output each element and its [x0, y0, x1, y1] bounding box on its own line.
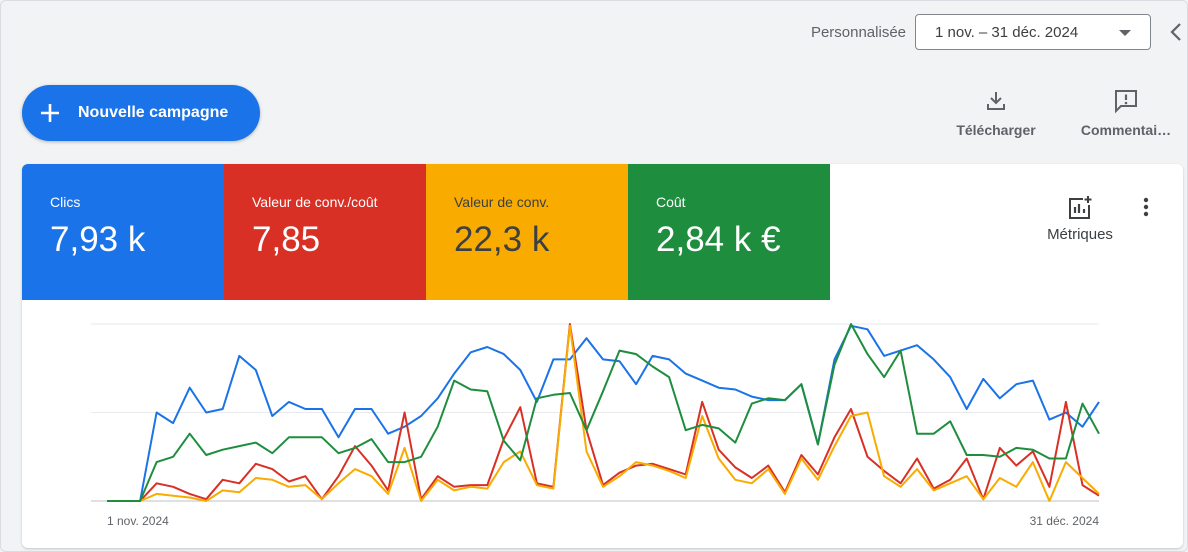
download-button[interactable]: Télécharger [950, 88, 1042, 138]
x-axis-start-label: 1 nov. 2024 [107, 514, 169, 528]
download-label: Télécharger [956, 122, 1036, 138]
dropdown-caret-icon [1119, 30, 1131, 36]
scorecard-label: Valeur de conv./coût [252, 194, 378, 210]
scorecard-value: 7,85 [252, 220, 321, 259]
scorecard-clicks[interactable]: Clics 7,93 k [22, 164, 224, 300]
chevron-left-icon [1170, 23, 1181, 41]
scorecard-label: Clics [50, 194, 81, 210]
date-range-select[interactable]: 1 nov. – 31 déc. 2024 [915, 14, 1151, 50]
metrics-label: Métriques [1047, 226, 1113, 243]
scorecard-label: Coût [656, 194, 686, 210]
performance-card: Clics 7,93 k Valeur de conv./coût 7,85 V… [22, 164, 1183, 548]
scorecard-conv-value-per-cost[interactable]: Valeur de conv./coût 7,85 [224, 164, 426, 300]
comments-label: Commentai… [1080, 122, 1172, 138]
add-chart-icon [1069, 196, 1092, 219]
series-line-1 [107, 324, 1100, 502]
series-line-3 [107, 324, 1100, 502]
performance-line-chart: 1 nov. 2024 31 déc. 2024 [91, 323, 1100, 528]
feedback-icon [1115, 90, 1137, 114]
scorecard-label: Valeur de conv. [454, 194, 550, 210]
new-campaign-button[interactable]: Nouvelle campagne [22, 85, 260, 141]
date-range-value: 1 nov. – 31 déc. 2024 [935, 23, 1079, 41]
plus-icon [41, 104, 59, 122]
comments-button[interactable]: Commentai… [1078, 88, 1174, 138]
scorecard-row: Clics 7,93 k Valeur de conv./coût 7,85 V… [22, 164, 830, 300]
new-campaign-label: Nouvelle campagne [78, 104, 229, 121]
scorecard-value: 22,3 k [454, 220, 550, 259]
scorecard-cost[interactable]: Coût 2,84 k € [628, 164, 830, 300]
more-vert-icon [1143, 197, 1149, 217]
scorecard-value: 2,84 k € [656, 220, 781, 259]
more-options-button[interactable] [1134, 194, 1158, 222]
date-range-label: Personnalisée [810, 24, 906, 41]
scorecard-conv-value[interactable]: Valeur de conv. 22,3 k [426, 164, 628, 300]
collapse-panel-button[interactable] [1166, 20, 1186, 44]
metrics-button[interactable]: Métriques [1038, 194, 1122, 244]
scorecard-value: 7,93 k [50, 220, 146, 259]
download-icon [987, 92, 1005, 110]
x-axis-end-label: 31 déc. 2024 [1030, 514, 1100, 528]
